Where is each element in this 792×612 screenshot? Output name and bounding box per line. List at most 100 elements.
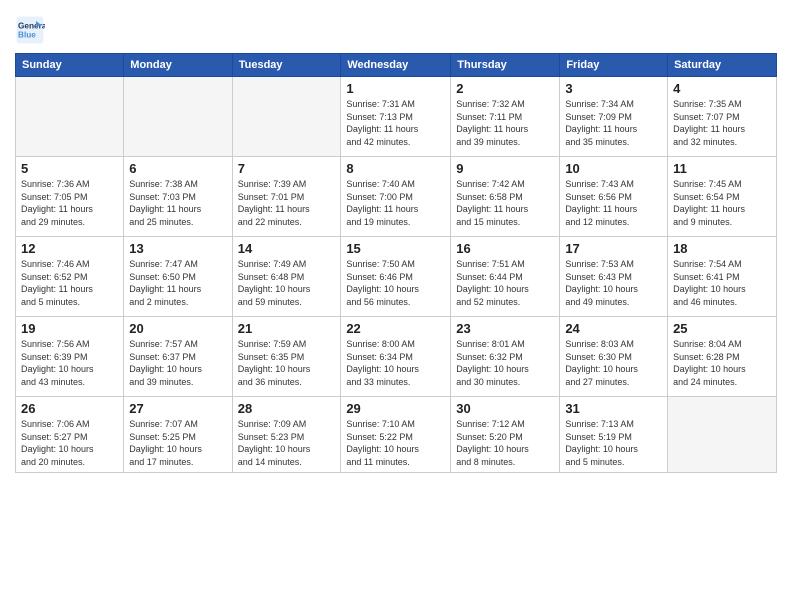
day-info: Sunrise: 7:42 AM Sunset: 6:58 PM Dayligh… <box>456 178 554 228</box>
col-header-tuesday: Tuesday <box>232 54 341 77</box>
day-info: Sunrise: 7:09 AM Sunset: 5:23 PM Dayligh… <box>238 418 336 468</box>
col-header-thursday: Thursday <box>451 54 560 77</box>
day-info: Sunrise: 7:06 AM Sunset: 5:27 PM Dayligh… <box>21 418 118 468</box>
day-info: Sunrise: 8:04 AM Sunset: 6:28 PM Dayligh… <box>673 338 771 388</box>
day-info: Sunrise: 7:31 AM Sunset: 7:13 PM Dayligh… <box>346 98 445 148</box>
day-number: 14 <box>238 241 336 256</box>
day-number: 29 <box>346 401 445 416</box>
calendar-cell: 29 Sunrise: 7:10 AM Sunset: 5:22 PM Dayli… <box>341 397 451 473</box>
svg-text:Blue: Blue <box>18 31 36 40</box>
day-number: 6 <box>129 161 226 176</box>
day-info: Sunrise: 7:50 AM Sunset: 6:46 PM Dayligh… <box>346 258 445 308</box>
calendar-cell: 7Sunrise: 7:39 AM Sunset: 7:01 PM Daylig… <box>232 157 341 237</box>
day-info: Sunrise: 7:32 AM Sunset: 7:11 PM Dayligh… <box>456 98 554 148</box>
page: General Blue SundayMondayTuesdayWednesda… <box>0 0 792 612</box>
day-info: Sunrise: 7:54 AM Sunset: 6:41 PM Dayligh… <box>673 258 771 308</box>
calendar-cell: 30 Sunrise: 7:12 AM Sunset: 5:20 PM Dayli… <box>451 397 560 473</box>
day-info: Sunrise: 7:34 AM Sunset: 7:09 PM Dayligh… <box>565 98 662 148</box>
calendar-cell: 24 Sunrise: 8:03 AM Sunset: 6:30 PM Dayli… <box>560 317 668 397</box>
day-number: 31 <box>565 401 662 416</box>
day-info: Sunrise: 7:51 AM Sunset: 6:44 PM Dayligh… <box>456 258 554 308</box>
calendar-cell: 9 Sunrise: 7:42 AM Sunset: 6:58 PM Daylig… <box>451 157 560 237</box>
logo-icon: General Blue <box>15 15 45 45</box>
calendar-header-row: SundayMondayTuesdayWednesdayThursdayFrid… <box>16 54 777 77</box>
day-info: Sunrise: 7:38 AM Sunset: 7:03 PM Dayligh… <box>129 178 226 228</box>
day-number: 27 <box>129 401 226 416</box>
calendar-cell: 31 Sunrise: 7:13 AM Sunset: 5:19 PM Dayli… <box>560 397 668 473</box>
calendar-cell: 27 Sunrise: 7:07 AM Sunset: 5:25 PM Dayli… <box>124 397 232 473</box>
day-info: Sunrise: 7:40 AM Sunset: 7:00 PM Dayligh… <box>346 178 445 228</box>
col-header-saturday: Saturday <box>668 54 777 77</box>
day-number: 11 <box>673 161 771 176</box>
calendar-cell <box>16 77 124 157</box>
calendar-cell: 14 Sunrise: 7:49 AM Sunset: 6:48 PM Dayli… <box>232 237 341 317</box>
day-number: 8 <box>346 161 445 176</box>
day-info: Sunrise: 7:43 AM Sunset: 6:56 PM Dayligh… <box>565 178 662 228</box>
calendar-cell: 6 Sunrise: 7:38 AM Sunset: 7:03 PM Daylig… <box>124 157 232 237</box>
calendar-cell: 20 Sunrise: 7:57 AM Sunset: 6:37 PM Dayli… <box>124 317 232 397</box>
calendar-cell: 19 Sunrise: 7:56 AM Sunset: 6:39 PM Dayli… <box>16 317 124 397</box>
calendar-cell <box>232 77 341 157</box>
calendar-cell: 17Sunrise: 7:53 AM Sunset: 6:43 PM Dayli… <box>560 237 668 317</box>
day-info: Sunrise: 8:03 AM Sunset: 6:30 PM Dayligh… <box>565 338 662 388</box>
day-number: 1 <box>346 81 445 96</box>
day-info: Sunrise: 8:00 AM Sunset: 6:34 PM Dayligh… <box>346 338 445 388</box>
calendar-week-4: 19 Sunrise: 7:56 AM Sunset: 6:39 PM Dayli… <box>16 317 777 397</box>
day-info: Sunrise: 7:35 AM Sunset: 7:07 PM Dayligh… <box>673 98 771 148</box>
header: General Blue <box>15 15 777 45</box>
calendar-cell: 18Sunrise: 7:54 AM Sunset: 6:41 PM Dayli… <box>668 237 777 317</box>
calendar-cell: 15 Sunrise: 7:50 AM Sunset: 6:46 PM Dayli… <box>341 237 451 317</box>
calendar-cell <box>124 77 232 157</box>
day-info: Sunrise: 7:12 AM Sunset: 5:20 PM Dayligh… <box>456 418 554 468</box>
day-number: 30 <box>456 401 554 416</box>
day-info: Sunrise: 7:49 AM Sunset: 6:48 PM Dayligh… <box>238 258 336 308</box>
day-info: Sunrise: 7:46 AM Sunset: 6:52 PM Dayligh… <box>21 258 118 308</box>
calendar-cell: 11 Sunrise: 7:45 AM Sunset: 6:54 PM Dayli… <box>668 157 777 237</box>
calendar-week-3: 12 Sunrise: 7:46 AM Sunset: 6:52 PM Dayli… <box>16 237 777 317</box>
day-number: 28 <box>238 401 336 416</box>
col-header-sunday: Sunday <box>16 54 124 77</box>
calendar-cell: 8 Sunrise: 7:40 AM Sunset: 7:00 PM Daylig… <box>341 157 451 237</box>
calendar-cell: 1 Sunrise: 7:31 AM Sunset: 7:13 PM Daylig… <box>341 77 451 157</box>
day-number: 9 <box>456 161 554 176</box>
calendar-cell: 26 Sunrise: 7:06 AM Sunset: 5:27 PM Dayli… <box>16 397 124 473</box>
day-number: 15 <box>346 241 445 256</box>
day-number: 12 <box>21 241 118 256</box>
day-number: 10 <box>565 161 662 176</box>
day-number: 22 <box>346 321 445 336</box>
calendar-week-2: 5 Sunrise: 7:36 AM Sunset: 7:05 PM Daylig… <box>16 157 777 237</box>
day-info: Sunrise: 7:07 AM Sunset: 5:25 PM Dayligh… <box>129 418 226 468</box>
day-number: 17 <box>565 241 662 256</box>
day-number: 26 <box>21 401 118 416</box>
day-number: 23 <box>456 321 554 336</box>
calendar-cell: 22 Sunrise: 8:00 AM Sunset: 6:34 PM Dayli… <box>341 317 451 397</box>
day-number: 19 <box>21 321 118 336</box>
day-info: Sunrise: 7:56 AM Sunset: 6:39 PM Dayligh… <box>21 338 118 388</box>
calendar-cell: 23Sunrise: 8:01 AM Sunset: 6:32 PM Dayli… <box>451 317 560 397</box>
calendar-cell: 21Sunrise: 7:59 AM Sunset: 6:35 PM Dayli… <box>232 317 341 397</box>
day-info: Sunrise: 7:57 AM Sunset: 6:37 PM Dayligh… <box>129 338 226 388</box>
day-info: Sunrise: 7:13 AM Sunset: 5:19 PM Dayligh… <box>565 418 662 468</box>
calendar-week-1: 1 Sunrise: 7:31 AM Sunset: 7:13 PM Daylig… <box>16 77 777 157</box>
day-info: Sunrise: 7:45 AM Sunset: 6:54 PM Dayligh… <box>673 178 771 228</box>
day-number: 20 <box>129 321 226 336</box>
day-number: 24 <box>565 321 662 336</box>
day-number: 3 <box>565 81 662 96</box>
calendar-cell: 16Sunrise: 7:51 AM Sunset: 6:44 PM Dayli… <box>451 237 560 317</box>
calendar-cell: 13Sunrise: 7:47 AM Sunset: 6:50 PM Dayli… <box>124 237 232 317</box>
logo: General Blue <box>15 15 49 45</box>
col-header-wednesday: Wednesday <box>341 54 451 77</box>
calendar-cell: 4 Sunrise: 7:35 AM Sunset: 7:07 PM Daylig… <box>668 77 777 157</box>
calendar-week-5: 26 Sunrise: 7:06 AM Sunset: 5:27 PM Dayli… <box>16 397 777 473</box>
col-header-friday: Friday <box>560 54 668 77</box>
calendar-cell: 12 Sunrise: 7:46 AM Sunset: 6:52 PM Dayli… <box>16 237 124 317</box>
calendar-cell: 10 Sunrise: 7:43 AM Sunset: 6:56 PM Dayli… <box>560 157 668 237</box>
day-info: Sunrise: 7:47 AM Sunset: 6:50 PM Dayligh… <box>129 258 226 308</box>
calendar-cell: 2Sunrise: 7:32 AM Sunset: 7:11 PM Daylig… <box>451 77 560 157</box>
day-number: 7 <box>238 161 336 176</box>
day-info: Sunrise: 7:36 AM Sunset: 7:05 PM Dayligh… <box>21 178 118 228</box>
day-number: 5 <box>21 161 118 176</box>
day-number: 4 <box>673 81 771 96</box>
day-info: Sunrise: 7:10 AM Sunset: 5:22 PM Dayligh… <box>346 418 445 468</box>
calendar-cell: 3 Sunrise: 7:34 AM Sunset: 7:09 PM Daylig… <box>560 77 668 157</box>
